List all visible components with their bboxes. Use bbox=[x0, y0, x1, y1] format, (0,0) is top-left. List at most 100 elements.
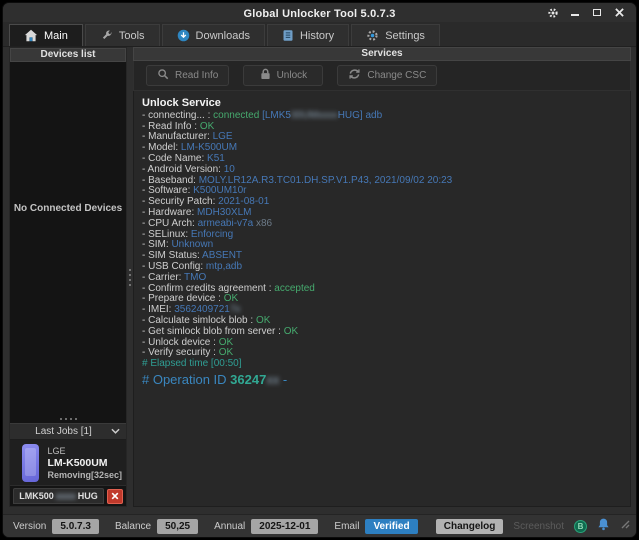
log-segment: - Unlock device : bbox=[142, 337, 219, 348]
log-segment: 00UMxxxx bbox=[291, 110, 338, 121]
log-segment: x86 bbox=[253, 218, 272, 229]
job-status: Removing[32sec] bbox=[47, 469, 122, 481]
log-segment: - Get simlock blob from server : bbox=[142, 326, 284, 337]
log-segment: - Android Version: bbox=[142, 164, 224, 175]
log-segment: # Elapsed time [00:50] bbox=[142, 358, 242, 369]
balance-coin-icon[interactable]: B bbox=[574, 520, 587, 533]
log-segment: OK bbox=[284, 326, 298, 337]
log-segment: - Hardware: bbox=[142, 207, 197, 218]
tab-history[interactable]: History bbox=[267, 24, 349, 46]
status-label-version: Version bbox=[13, 521, 46, 532]
log-segment: OK bbox=[219, 347, 233, 358]
log-segment: accepted bbox=[274, 283, 315, 294]
log-line: - SELinux: Enforcing bbox=[142, 230, 630, 241]
log-segment: OK bbox=[219, 337, 233, 348]
last-job-item[interactable]: LGE LM-K500UM Removing[32sec] bbox=[10, 440, 126, 486]
no-connected-devices-text: No Connected Devices bbox=[14, 203, 122, 214]
tab-label: Tools bbox=[119, 30, 145, 42]
status-value-balance: 50,25 bbox=[157, 519, 198, 534]
log-segment: - Carrier: bbox=[142, 272, 184, 283]
device-id-chip[interactable]: LMK500 xxxx HUG bbox=[13, 488, 104, 504]
log-segment: LGE bbox=[213, 131, 233, 142]
log-title: Unlock Service bbox=[142, 98, 630, 109]
tab-label: Settings bbox=[385, 30, 425, 42]
log-segment: K500UM10r bbox=[193, 185, 246, 196]
log-segment: - Read Info : bbox=[142, 121, 200, 132]
horizontal-splitter-handle[interactable] bbox=[10, 415, 126, 423]
app-window: Global Unlocker Tool 5.0.7.3 Main Tools Do… bbox=[2, 2, 637, 538]
download-icon bbox=[177, 29, 190, 42]
log-segment: 7x bbox=[230, 304, 241, 315]
job-brand: LGE bbox=[47, 445, 122, 457]
title-bar: Global Unlocker Tool 5.0.7.3 bbox=[3, 3, 636, 22]
changelog-button[interactable]: Changelog bbox=[436, 519, 504, 534]
log-segment: 2021-08-01 bbox=[218, 196, 269, 207]
log-segment: - Confirm credits agreement : bbox=[142, 283, 274, 294]
tab-downloads[interactable]: Downloads bbox=[162, 24, 265, 46]
log-segment: - Software: bbox=[142, 185, 193, 196]
status-value-version: 5.0.7.3 bbox=[52, 519, 99, 534]
home-icon bbox=[24, 29, 38, 42]
tab-settings[interactable]: Settings bbox=[351, 24, 440, 46]
button-label: Unlock bbox=[277, 70, 308, 81]
log-segment: TMO bbox=[184, 272, 206, 283]
status-label-annual: Annual bbox=[214, 521, 245, 532]
tab-tools[interactable]: Tools bbox=[85, 24, 160, 46]
log-segment: OK bbox=[256, 315, 270, 326]
devices-empty-area: No Connected Devices bbox=[10, 62, 126, 415]
log-segment: OK bbox=[200, 121, 214, 132]
services-toolbar: Read Info Unlock Change CSC bbox=[133, 61, 631, 91]
change-csc-button[interactable]: Change CSC bbox=[337, 65, 437, 86]
tab-label: Main bbox=[44, 30, 68, 42]
history-icon bbox=[282, 29, 294, 42]
notifications-bell-icon[interactable] bbox=[597, 517, 610, 536]
tab-bar: Main Tools Downloads History Settings bbox=[3, 22, 636, 47]
log-segment: Enforcing bbox=[191, 229, 233, 240]
chip-prefix: LMK500 bbox=[19, 491, 54, 501]
devices-list-header: Devices list bbox=[10, 48, 126, 62]
chip-suffix: HUG bbox=[78, 491, 98, 501]
read-info-button[interactable]: Read Info bbox=[146, 65, 229, 86]
log-segment: - IMEI: bbox=[142, 304, 174, 315]
window-title: Global Unlocker Tool 5.0.7.3 bbox=[3, 8, 636, 20]
unlock-button[interactable]: Unlock bbox=[243, 65, 323, 86]
chevron-down-icon bbox=[111, 426, 120, 437]
log-segment: - CPU Arch: bbox=[142, 218, 198, 229]
log-segment: - Calculate simlock blob : bbox=[142, 315, 256, 326]
log-segment: - Verify security : bbox=[142, 347, 219, 358]
services-panel: Services Read InfoUnlockChange CSC Unloc… bbox=[133, 47, 631, 507]
tab-main[interactable]: Main bbox=[9, 24, 83, 46]
wrench-icon bbox=[100, 29, 113, 42]
log-segment: - SIM: bbox=[142, 239, 171, 250]
log-segment: K51 bbox=[207, 153, 225, 164]
log-segment: - USB Config: bbox=[142, 261, 206, 272]
chip-close-button[interactable] bbox=[107, 489, 123, 504]
log-segment: connected bbox=[213, 110, 259, 121]
phone-icon bbox=[22, 444, 39, 482]
last-jobs-dropdown[interactable]: Last Jobs [1] bbox=[10, 423, 126, 440]
status-bar: Version5.0.7.3Balance50,25Annual2025-12-… bbox=[3, 514, 636, 537]
log-segment: - Model: bbox=[142, 142, 181, 153]
status-value-email: Verified bbox=[365, 519, 417, 534]
log-segment: MOLY.LR12A.R3.TC01.DH.SP.V1.P43, 2021/09… bbox=[199, 175, 453, 186]
tab-label: Downloads bbox=[196, 30, 250, 42]
log-segment: - Manufacturer: bbox=[142, 131, 213, 142]
log-segment: armeabi-v7a bbox=[198, 218, 254, 229]
status-label-email: Email bbox=[334, 521, 359, 532]
log-line: - USB Config: mtp,adb bbox=[142, 262, 630, 273]
tab-label: History bbox=[300, 30, 334, 42]
log-segment: MDH30XLM bbox=[197, 207, 251, 218]
last-jobs-label: Last Jobs [1] bbox=[16, 426, 111, 437]
log-segment: - Prepare device : bbox=[142, 293, 224, 304]
log-segment: 36247 bbox=[230, 372, 266, 387]
log-segment: - SIM Status: bbox=[142, 250, 202, 261]
log-segment: - bbox=[279, 372, 287, 387]
log-segment: - Code Name: bbox=[142, 153, 207, 164]
screenshot-button[interactable]: Screenshot bbox=[513, 521, 564, 532]
log-segment: 10 bbox=[224, 164, 235, 175]
log-segment: Unknown bbox=[171, 239, 213, 250]
log-segment: LM-K500UM bbox=[181, 142, 237, 153]
log-segment: - connecting... : bbox=[142, 110, 213, 121]
resize-grip[interactable] bbox=[620, 516, 630, 534]
log-segment: OK bbox=[224, 293, 238, 304]
